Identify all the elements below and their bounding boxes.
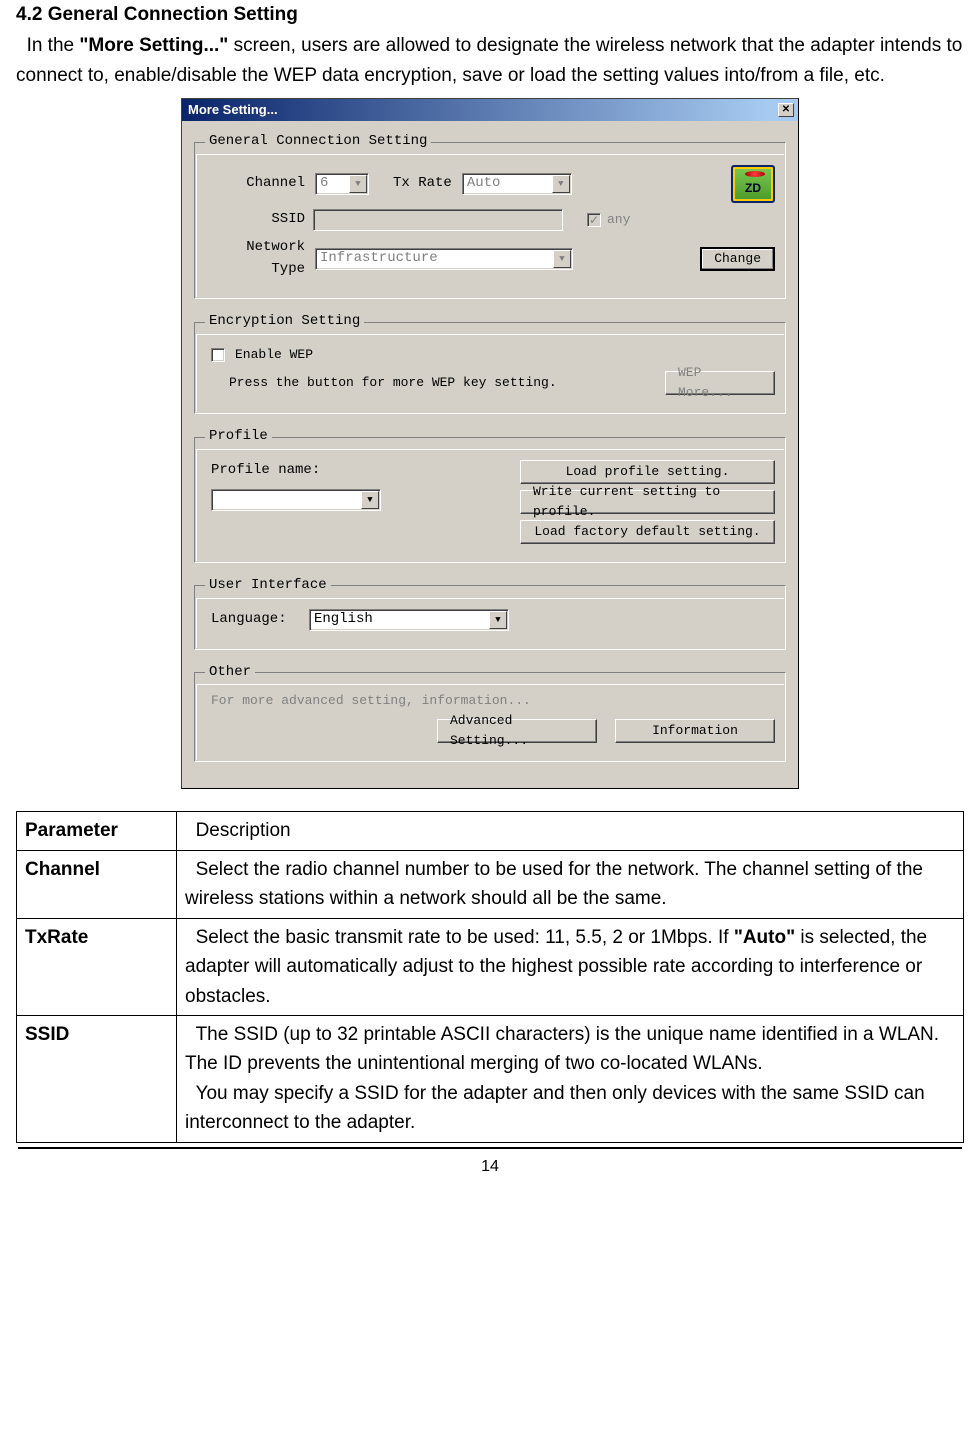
chevron-down-icon: ▼ — [361, 491, 379, 509]
section-title: 4.2 General Connection Setting — [16, 0, 964, 29]
txrate-label: Tx Rate — [393, 173, 452, 195]
row-desc: Select the basic transmit rate to be use… — [177, 918, 964, 1015]
nettype-select[interactable]: Infrastructure ▼ — [315, 248, 573, 270]
chevron-down-icon: ▼ — [489, 611, 507, 629]
language-label: Language: — [211, 609, 301, 631]
load-profile-button[interactable]: Load profile setting. — [520, 460, 775, 484]
txrate-select[interactable]: Auto ▼ — [462, 173, 572, 195]
any-checkbox[interactable] — [587, 213, 601, 227]
profile-name-select[interactable]: ▼ — [211, 489, 381, 511]
channel-value: 6 — [320, 173, 328, 195]
language-select[interactable]: English ▼ — [309, 609, 509, 631]
row-desc: The SSID (up to 32 printable ASCII chara… — [177, 1016, 964, 1143]
channel-label: Channel — [205, 173, 305, 195]
change-button[interactable]: Change — [700, 247, 775, 271]
ui-legend: User Interface — [205, 575, 331, 597]
other-legend: Other — [205, 662, 255, 684]
page-number: 14 — [0, 1149, 980, 1190]
header-desc: Description — [177, 812, 964, 850]
language-value: English — [314, 609, 373, 631]
encryption-legend: Encryption Setting — [205, 311, 364, 333]
other-group: Other For more advanced setting, informa… — [194, 662, 786, 763]
profile-name-label: Profile name: — [211, 460, 381, 482]
table-header-row: Parameter Description — [17, 812, 964, 850]
channel-select[interactable]: 6 ▼ — [315, 173, 369, 195]
ssid-label: SSID — [205, 209, 305, 231]
intro-pre: In the — [27, 35, 80, 56]
chevron-down-icon: ▼ — [552, 175, 570, 193]
advanced-setting-button[interactable]: Advanced Setting... — [437, 719, 597, 743]
profile-group: Profile Profile name: ▼ Load profile set… — [194, 426, 786, 563]
window-title: More Setting... — [188, 100, 278, 120]
table-row: Channel Select the radio channel number … — [17, 850, 964, 918]
row-param: SSID — [17, 1016, 177, 1143]
information-button[interactable]: Information — [615, 719, 775, 743]
enable-wep-checkbox[interactable] — [211, 348, 225, 362]
profile-legend: Profile — [205, 426, 272, 448]
wep-more-button[interactable]: WEP More... — [665, 371, 775, 395]
write-profile-button[interactable]: Write current setting to profile. — [520, 490, 775, 514]
header-param: Parameter — [17, 812, 177, 850]
table-row: SSID The SSID (up to 32 printable ASCII … — [17, 1016, 964, 1143]
enable-wep-label: Enable WEP — [235, 345, 313, 365]
row-param: Channel — [17, 850, 177, 918]
other-hint: For more advanced setting, information..… — [211, 691, 775, 711]
nettype-value: Infrastructure — [320, 248, 438, 270]
dialog-window: More Setting... ✕ General Connection Set… — [181, 98, 799, 789]
chevron-down-icon: ▼ — [349, 175, 367, 193]
intro-quoted: "More Setting..." — [79, 35, 228, 56]
general-legend: General Connection Setting — [205, 131, 431, 153]
titlebar: More Setting... ✕ — [182, 99, 798, 121]
factory-default-button[interactable]: Load factory default setting. — [520, 520, 775, 544]
row-desc: Select the radio channel number to be us… — [177, 850, 964, 918]
any-label: any — [607, 210, 630, 230]
chevron-down-icon: ▼ — [553, 250, 571, 268]
ssid-input[interactable] — [313, 209, 563, 231]
device-icon — [731, 165, 775, 203]
ui-group: User Interface Language: English ▼ — [194, 575, 786, 650]
row-param: TxRate — [17, 918, 177, 1015]
close-button[interactable]: ✕ — [778, 103, 794, 117]
intro-paragraph: In the "More Setting..." screen, users a… — [16, 31, 964, 90]
nettype-label: Network Type — [205, 237, 305, 280]
table-row: TxRate Select the basic transmit rate to… — [17, 918, 964, 1015]
txrate-value: Auto — [467, 173, 501, 195]
parameter-table: Parameter Description Channel Select the… — [16, 811, 964, 1142]
encryption-group: Encryption Setting Enable WEP Press the … — [194, 311, 786, 414]
wep-hint: Press the button for more WEP key settin… — [229, 373, 557, 393]
general-group: General Connection Setting Channel 6 ▼ T… — [194, 131, 786, 299]
